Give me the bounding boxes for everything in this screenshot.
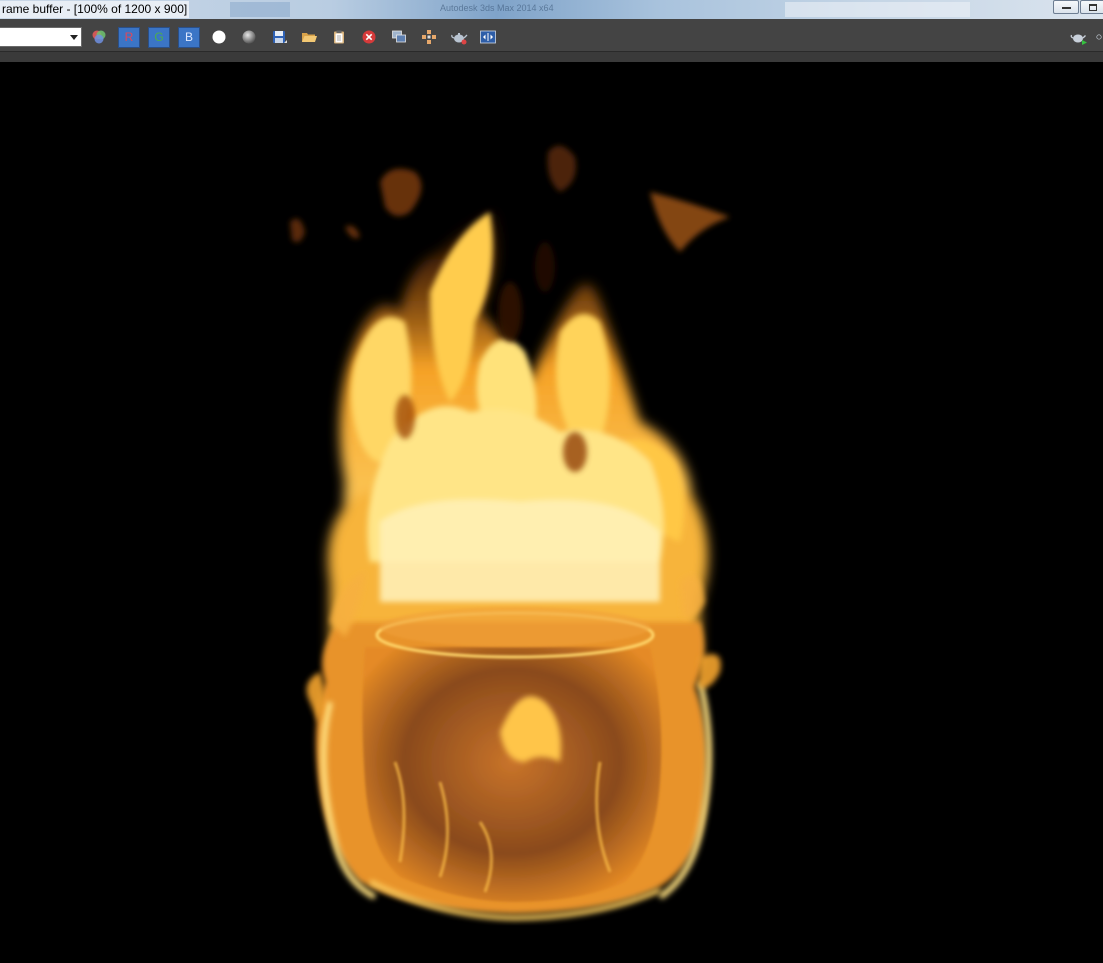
- render-channel-dropdown[interactable]: [0, 27, 82, 47]
- track-mouse-icon[interactable]: [419, 27, 439, 47]
- toolbar-separator: [0, 52, 1103, 62]
- clear-icon[interactable]: [359, 27, 379, 47]
- taskbar-ghost: [785, 2, 970, 17]
- color-channels-icon[interactable]: [89, 27, 109, 47]
- fire-render-image: [290, 145, 730, 921]
- rendered-image-viewport[interactable]: [0, 62, 1103, 963]
- red-channel-toggle[interactable]: R: [118, 27, 140, 48]
- save-image-icon[interactable]: [269, 27, 289, 47]
- window-title: rame buffer - [100% of 1200 x 900]: [0, 1, 190, 18]
- restore-icon: [1089, 4, 1097, 11]
- title-bar: Autodesk 3ds Max 2014 x64 rame buffer - …: [0, 0, 1103, 19]
- restore-button[interactable]: [1080, 0, 1103, 14]
- clone-window-icon[interactable]: [389, 27, 409, 47]
- smoke-wisps: [290, 145, 730, 252]
- green-channel-toggle[interactable]: G: [148, 27, 170, 48]
- taskbar-ghost: [230, 2, 290, 17]
- frame-buffer-toolbar: R G B: [0, 19, 1103, 52]
- chevron-down-icon: [70, 35, 78, 40]
- blue-channel-toggle[interactable]: B: [178, 27, 200, 48]
- minimize-icon: [1062, 7, 1071, 9]
- clipboard-icon[interactable]: [329, 27, 349, 47]
- open-folder-icon[interactable]: [299, 27, 319, 47]
- white-alpha-icon[interactable]: [209, 27, 229, 47]
- render-production-icon[interactable]: [1069, 27, 1089, 47]
- minimize-button[interactable]: [1053, 0, 1079, 14]
- compare-icon[interactable]: [478, 27, 498, 47]
- render-teapot-icon[interactable]: [449, 27, 469, 47]
- background-window-title: Autodesk 3ds Max 2014 x64: [440, 3, 554, 13]
- pot-body: [316, 607, 712, 921]
- gray-alpha-icon[interactable]: [239, 27, 259, 47]
- teapot-partial-icon[interactable]: [1095, 27, 1103, 47]
